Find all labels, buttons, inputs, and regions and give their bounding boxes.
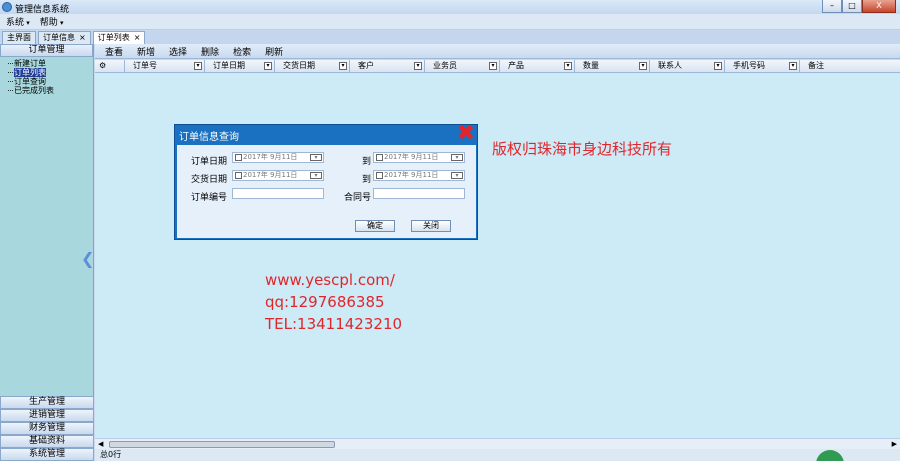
app-icon <box>2 2 12 12</box>
sidebar-module-production[interactable]: 生产管理 <box>0 396 94 409</box>
tab-label: 订单列表 <box>97 33 130 42</box>
column-contact[interactable]: 联系人 ▾ <box>650 60 725 73</box>
order-date-from-picker[interactable]: 2017年 9月11日 ▾ <box>232 152 324 163</box>
sidebar-item-order-query[interactable]: 订单查询 <box>6 77 94 86</box>
scroll-right-icon[interactable]: ▶ <box>892 440 897 448</box>
tab-label: 订单信息 <box>43 33 75 42</box>
close-icon[interactable]: ✖ <box>457 123 475 145</box>
order-date-to-picker[interactable]: 2017年 9月11日 ▾ <box>373 152 465 163</box>
horizontal-scrollbar[interactable]: ◀ ▶ <box>95 438 900 449</box>
calendar-dropdown-icon[interactable]: ▾ <box>451 154 463 161</box>
tab-label: 主界面 <box>7 33 31 42</box>
sidebar-module-purchase-sales[interactable]: 进销管理 <box>0 409 94 422</box>
dropdown-icon[interactable]: ▾ <box>564 62 572 70</box>
column-product[interactable]: 产品 ▾ <box>500 60 575 73</box>
query-dialog: 订单信息查询 ✖ 订单日期 2017年 9月11日 ▾ 到 2017年 9月11日… <box>174 123 478 240</box>
search-button[interactable]: 检索 <box>233 45 251 58</box>
maximize-button[interactable]: □ <box>842 0 862 13</box>
dropdown-icon[interactable]: ▾ <box>414 62 422 70</box>
tab-order-list[interactable]: 订单列表 × <box>92 31 146 44</box>
close-window-button[interactable]: X <box>862 0 896 13</box>
dropdown-icon[interactable]: ▾ <box>489 62 497 70</box>
dropdown-icon[interactable]: ▾ <box>194 62 202 70</box>
row-settings-icon[interactable]: ⚙ <box>95 60 125 73</box>
copyright-text: 版权归珠海市身边科技所有 <box>492 140 673 158</box>
delivery-date-to-picker[interactable]: 2017年 9月11日 ▾ <box>373 170 465 181</box>
checkbox-icon[interactable] <box>235 172 242 179</box>
website-text: www.yescpl.com/ <box>265 271 395 289</box>
view-button[interactable]: 查看 <box>105 45 123 58</box>
collapse-arrow-icon[interactable]: ❮ <box>81 234 94 284</box>
sidebar-item-new-order[interactable]: 新建订单 <box>6 59 94 68</box>
close-icon[interactable]: × <box>79 33 86 42</box>
add-button[interactable]: 新增 <box>137 45 155 58</box>
scroll-thumb[interactable] <box>109 441 335 448</box>
sidebar: 订单管理 新建订单 订单列表 订单查询 已完成列表 ❮ 生产管理 进销管理 财务… <box>0 44 94 461</box>
delivery-date-label: 交货日期 <box>190 175 227 185</box>
dropdown-icon[interactable]: ▾ <box>264 62 272 70</box>
tray-app-icon[interactable] <box>816 450 844 461</box>
column-quantity[interactable]: 数量 ▾ <box>575 60 650 73</box>
sidebar-bottom-modules: 生产管理 进销管理 财务管理 基础资料 系统管理 <box>0 396 94 461</box>
dialog-body: 订单日期 2017年 9月11日 ▾ 到 2017年 9月11日 ▾ 交货日期 20… <box>177 145 476 238</box>
checkbox-icon[interactable] <box>376 172 383 179</box>
menu-help[interactable]: 帮助 <box>40 15 64 28</box>
column-delivery-date[interactable]: 交货日期 ▾ <box>275 60 350 73</box>
order-date-label: 订单日期 <box>190 157 227 167</box>
column-remarks[interactable]: 备注 <box>800 60 900 73</box>
checkbox-icon[interactable] <box>376 154 383 161</box>
to-label: 到 <box>361 157 371 167</box>
order-no-input[interactable] <box>232 188 324 199</box>
qq-text: qq:1297686385 <box>265 293 385 311</box>
column-order-no[interactable]: 订单号 ▾ <box>125 60 205 73</box>
window-controls: – □ X <box>822 0 896 13</box>
checkbox-icon[interactable] <box>235 154 242 161</box>
tray-area <box>816 450 896 461</box>
sidebar-header[interactable]: 订单管理 <box>0 44 93 57</box>
sidebar-module-base-data[interactable]: 基础资料 <box>0 435 94 448</box>
order-no-label: 订单编号 <box>190 193 227 203</box>
column-mobile[interactable]: 手机号码 ▾ <box>725 60 800 73</box>
minimize-button[interactable]: – <box>822 0 842 13</box>
column-salesperson[interactable]: 业务员 ▾ <box>425 60 500 73</box>
delete-button[interactable]: 删除 <box>201 45 219 58</box>
select-button[interactable]: 选择 <box>169 45 187 58</box>
sidebar-module-system[interactable]: 系统管理 <box>0 448 94 461</box>
menu-system[interactable]: 系统 <box>6 15 30 28</box>
row-count: 总0行 <box>100 450 122 459</box>
dialog-close-button[interactable]: 关闭 <box>411 220 451 232</box>
scroll-left-icon[interactable]: ◀ <box>98 440 103 448</box>
delivery-date-from-picker[interactable]: 2017年 9月11日 ▾ <box>232 170 324 181</box>
column-customer[interactable]: 客户 ▾ <box>350 60 425 73</box>
sidebar-tree: 新建订单 订单列表 订单查询 已完成列表 <box>0 59 94 95</box>
dropdown-icon[interactable]: ▾ <box>639 62 647 70</box>
dropdown-icon[interactable]: ▾ <box>714 62 722 70</box>
ok-button[interactable]: 确定 <box>355 220 395 232</box>
menu-bar: 系统 帮助 <box>0 14 900 30</box>
status-bar: 总0行 <box>95 449 900 461</box>
to-label: 到 <box>361 175 371 185</box>
toolbar: 查看 新增 选择 删除 检索 刷新 <box>95 44 900 59</box>
sidebar-item-order-list[interactable]: 订单列表 <box>6 68 94 77</box>
dropdown-icon[interactable]: ▾ <box>339 62 347 70</box>
dropdown-icon[interactable]: ▾ <box>789 62 797 70</box>
title-bar: 管理信息系统 – □ X <box>0 0 900 15</box>
column-order-date[interactable]: 订单日期 ▾ <box>205 60 275 73</box>
refresh-button[interactable]: 刷新 <box>265 45 283 58</box>
calendar-dropdown-icon[interactable]: ▾ <box>451 172 463 179</box>
calendar-dropdown-icon[interactable]: ▾ <box>310 154 322 161</box>
tab-home[interactable]: 主界面 <box>2 31 36 44</box>
tab-bar: 主界面 订单信息 × 订单列表 × <box>0 31 900 44</box>
sidebar-item-completed-list[interactable]: 已完成列表 <box>6 86 94 95</box>
sidebar-module-finance[interactable]: 财务管理 <box>0 422 94 435</box>
close-icon[interactable]: × <box>134 33 141 42</box>
contract-no-label: 合同号 <box>343 193 371 203</box>
dialog-title: 订单信息查询 <box>179 132 239 143</box>
calendar-dropdown-icon[interactable]: ▾ <box>310 172 322 179</box>
grid-header: ⚙ 订单号 ▾ 订单日期 ▾ 交货日期 ▾ 客户 ▾ 业务员 ▾ 产品 ▾ 数量 ▾ 联系人 ▾… <box>95 60 900 73</box>
contract-no-input[interactable] <box>373 188 465 199</box>
tab-order-info[interactable]: 订单信息 × <box>38 31 91 44</box>
tel-text: TEL:13411423210 <box>265 315 403 333</box>
